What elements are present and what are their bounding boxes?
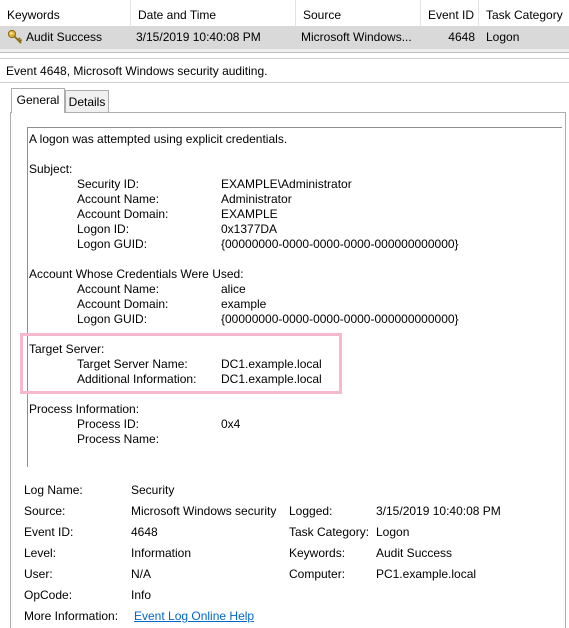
event-id-value: 4648 — [131, 525, 158, 539]
event-title: Event 4648, Microsoft Windows security a… — [6, 64, 268, 78]
table-row[interactable]: Audit Success 3/15/2019 10:40:08 PM Micr… — [0, 27, 569, 49]
field-label: Logon GUID: — [77, 312, 148, 326]
task-category-label: Task Category: — [289, 525, 370, 539]
horizontal-scrollbar[interactable] — [0, 49, 569, 53]
computer-value: PC1.example.local — [376, 567, 477, 581]
logged-label: Logged: — [289, 504, 333, 518]
subject-header: Subject: — [29, 162, 73, 176]
field-label: Process Name: — [77, 432, 160, 446]
level-label: Level: — [24, 546, 57, 560]
row-date-time: 3/15/2019 10:40:08 PM — [136, 30, 261, 44]
field-value: 0x4 — [221, 417, 241, 431]
opcode-value: Info — [131, 588, 152, 602]
tab-general[interactable]: General — [11, 88, 65, 113]
event-log-online-help-link[interactable]: Event Log Online Help — [134, 609, 254, 623]
process-header: Process Information: — [29, 402, 140, 416]
row-task-category: Logon — [486, 30, 520, 44]
field-value: Administrator — [221, 192, 292, 206]
message-intro: A logon was attempted using explicit cre… — [29, 132, 288, 146]
field-label: Account Name: — [77, 282, 160, 296]
log-name-label: Log Name: — [24, 483, 83, 497]
field-label: Account Domain: — [77, 297, 169, 311]
column-header-source[interactable]: Source — [296, 0, 421, 27]
field-value: 0x1377DA — [221, 222, 278, 236]
more-information-label: More Information: — [24, 609, 119, 623]
column-header-event-id[interactable]: Event ID — [421, 0, 479, 27]
field-label: Logon GUID: — [77, 237, 148, 251]
source-label: Source: — [24, 504, 66, 518]
row-event-id: 4648 — [448, 30, 475, 44]
field-label: Logon ID: — [77, 222, 130, 236]
column-header-keywords[interactable]: Keywords — [0, 0, 131, 27]
row-keywords: Audit Success — [26, 30, 103, 44]
field-label: Security ID: — [77, 177, 140, 191]
user-value: N/A — [131, 567, 152, 581]
column-header-date-time[interactable]: Date and Time — [131, 0, 296, 27]
computer-label: Computer: — [289, 567, 346, 581]
field-value: example — [221, 297, 267, 311]
field-label: Process ID: — [77, 417, 140, 431]
field-value: EXAMPLE\Administrator — [221, 177, 352, 191]
logged-value: 3/15/2019 10:40:08 PM — [376, 504, 501, 518]
source-value: Microsoft Windows security — [131, 504, 277, 518]
field-value: alice — [221, 282, 246, 296]
opcode-label: OpCode: — [24, 588, 73, 602]
level-value: Information — [131, 546, 192, 560]
event-list-header: Keywords Date and Time Source Event ID T… — [0, 0, 569, 27]
event-id-label: Event ID: — [24, 525, 74, 539]
row-source: Microsoft Windows... — [301, 30, 412, 44]
account-header: Account Whose Credentials Were Used: — [29, 267, 244, 281]
field-label: Account Name: — [77, 192, 160, 206]
log-name-value: Security — [131, 483, 175, 497]
keywords-value: Audit Success — [376, 546, 453, 560]
key-icon — [7, 29, 22, 44]
task-category-value: Logon — [376, 525, 410, 539]
field-value: EXAMPLE — [221, 207, 278, 221]
field-value: {00000000-0000-0000-0000-000000000000} — [221, 237, 459, 251]
tab-details[interactable]: Details — [65, 90, 109, 113]
event-title-bar: Event 4648, Microsoft Windows security a… — [0, 58, 569, 83]
user-label: User: — [24, 567, 53, 581]
column-header-task-category[interactable]: Task Category — [479, 0, 569, 27]
highlight-box — [20, 333, 342, 394]
event-list: Keywords Date and Time Source Event ID T… — [0, 0, 569, 53]
field-value: {00000000-0000-0000-0000-000000000000} — [221, 312, 459, 326]
field-label: Account Domain: — [77, 207, 169, 221]
keywords-label: Keywords: — [289, 546, 346, 560]
